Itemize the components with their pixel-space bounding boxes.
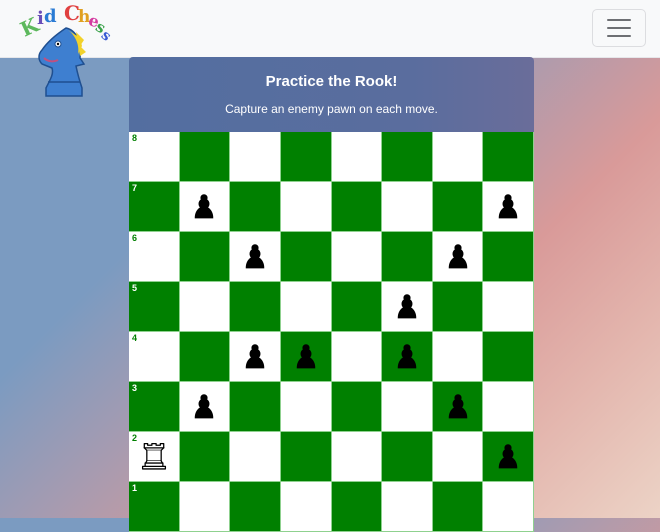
square-f8[interactable]: [382, 132, 433, 182]
menu-toggle-button[interactable]: [592, 9, 646, 47]
square-b2[interactable]: [179, 432, 231, 482]
square-e8[interactable]: [331, 132, 383, 182]
lesson-title: Practice the Rook!: [265, 73, 398, 90]
square-d2[interactable]: [280, 432, 332, 482]
square-g5[interactable]: [432, 282, 484, 332]
white-rook-icon[interactable]: [135, 436, 173, 478]
square-c1[interactable]: [230, 482, 281, 532]
rank-label: 8: [132, 133, 138, 143]
rank-label: 1: [132, 483, 138, 493]
hamburger-menu-icon-bar: [607, 27, 631, 29]
square-f7[interactable]: [382, 182, 433, 232]
square-e3[interactable]: [331, 382, 383, 432]
chess-board[interactable]: 8 7 6 5 4 3 2 1: [129, 132, 534, 532]
square-f1[interactable]: [382, 482, 433, 532]
hamburger-menu-icon: [607, 19, 631, 21]
square-h4[interactable]: [483, 332, 534, 382]
black-pawn-icon[interactable]: [491, 188, 525, 226]
square-e2[interactable]: [331, 432, 383, 482]
square-e7[interactable]: [331, 182, 383, 232]
hamburger-menu-icon-bar: [607, 35, 631, 37]
square-d4[interactable]: [280, 332, 332, 382]
lesson-instructions: Capture an enemy pawn on each move.: [225, 102, 438, 116]
rank-label: 2: [132, 433, 138, 443]
black-pawn-icon[interactable]: [238, 238, 272, 276]
square-e4[interactable]: [331, 332, 383, 382]
square-h8[interactable]: [483, 132, 534, 182]
square-b4[interactable]: [179, 332, 231, 382]
square-g6[interactable]: [432, 232, 484, 282]
square-e1[interactable]: [331, 482, 383, 532]
square-f6[interactable]: [382, 232, 433, 282]
square-a6[interactable]: 6: [129, 232, 180, 282]
square-h2[interactable]: [483, 432, 534, 482]
rank-label: 6: [132, 233, 138, 243]
rank-label: 4: [132, 333, 138, 343]
black-pawn-icon[interactable]: [390, 288, 424, 326]
square-d5[interactable]: [280, 282, 332, 332]
black-pawn-icon[interactable]: [491, 438, 525, 476]
knight-mascot-icon: [38, 27, 86, 97]
square-b3[interactable]: [179, 382, 231, 432]
square-c3[interactable]: [230, 382, 281, 432]
square-a2[interactable]: 2: [129, 432, 180, 482]
square-b5[interactable]: [179, 282, 231, 332]
rank-label: 3: [132, 383, 138, 393]
square-g7[interactable]: [432, 182, 484, 232]
square-b8[interactable]: [179, 132, 231, 182]
square-g4[interactable]: [432, 332, 484, 382]
square-b1[interactable]: [179, 482, 231, 532]
square-g2[interactable]: [432, 432, 484, 482]
square-e5[interactable]: [331, 282, 383, 332]
square-a8[interactable]: 8: [129, 132, 180, 182]
square-c8[interactable]: [230, 132, 281, 182]
square-b6[interactable]: [179, 232, 231, 282]
square-d3[interactable]: [280, 382, 332, 432]
square-d7[interactable]: [280, 182, 332, 232]
black-pawn-icon[interactable]: [441, 388, 475, 426]
square-e6[interactable]: [331, 232, 383, 282]
kid-chess-logo[interactable]: K i d C h e s s: [14, 0, 114, 100]
square-h7[interactable]: [483, 182, 534, 232]
square-g8[interactable]: [432, 132, 484, 182]
square-b7[interactable]: [179, 182, 231, 232]
rank-label: 5: [132, 283, 138, 293]
square-c6[interactable]: [230, 232, 281, 282]
black-pawn-icon[interactable]: [390, 338, 424, 376]
square-h6[interactable]: [483, 232, 534, 282]
square-d8[interactable]: [280, 132, 332, 182]
square-a7[interactable]: 7: [129, 182, 180, 232]
black-pawn-icon[interactable]: [289, 338, 323, 376]
square-d6[interactable]: [280, 232, 332, 282]
square-f4[interactable]: [382, 332, 433, 382]
square-f5[interactable]: [382, 282, 433, 332]
square-h1[interactable]: [483, 482, 534, 532]
black-pawn-icon[interactable]: [238, 338, 272, 376]
black-pawn-icon[interactable]: [441, 238, 475, 276]
square-f3[interactable]: [382, 382, 433, 432]
square-f2[interactable]: [382, 432, 433, 482]
square-c5[interactable]: [230, 282, 281, 332]
rank-label: 7: [132, 183, 138, 193]
square-g1[interactable]: [432, 482, 484, 532]
black-pawn-icon[interactable]: [187, 388, 221, 426]
square-a3[interactable]: 3: [129, 382, 180, 432]
square-a5[interactable]: 5: [129, 282, 180, 332]
square-h3[interactable]: [483, 382, 534, 432]
square-d1[interactable]: [280, 482, 332, 532]
square-g3[interactable]: [432, 382, 484, 432]
lesson-card: Practice the Rook! Capture an enemy pawn…: [129, 57, 534, 532]
square-c7[interactable]: [230, 182, 281, 232]
lesson-header: Practice the Rook! Capture an enemy pawn…: [129, 57, 534, 132]
square-c4[interactable]: [230, 332, 281, 382]
square-a4[interactable]: 4: [129, 332, 180, 382]
square-h5[interactable]: [483, 282, 534, 332]
square-a1[interactable]: 1: [129, 482, 180, 532]
square-c2[interactable]: [230, 432, 281, 482]
black-pawn-icon[interactable]: [187, 188, 221, 226]
